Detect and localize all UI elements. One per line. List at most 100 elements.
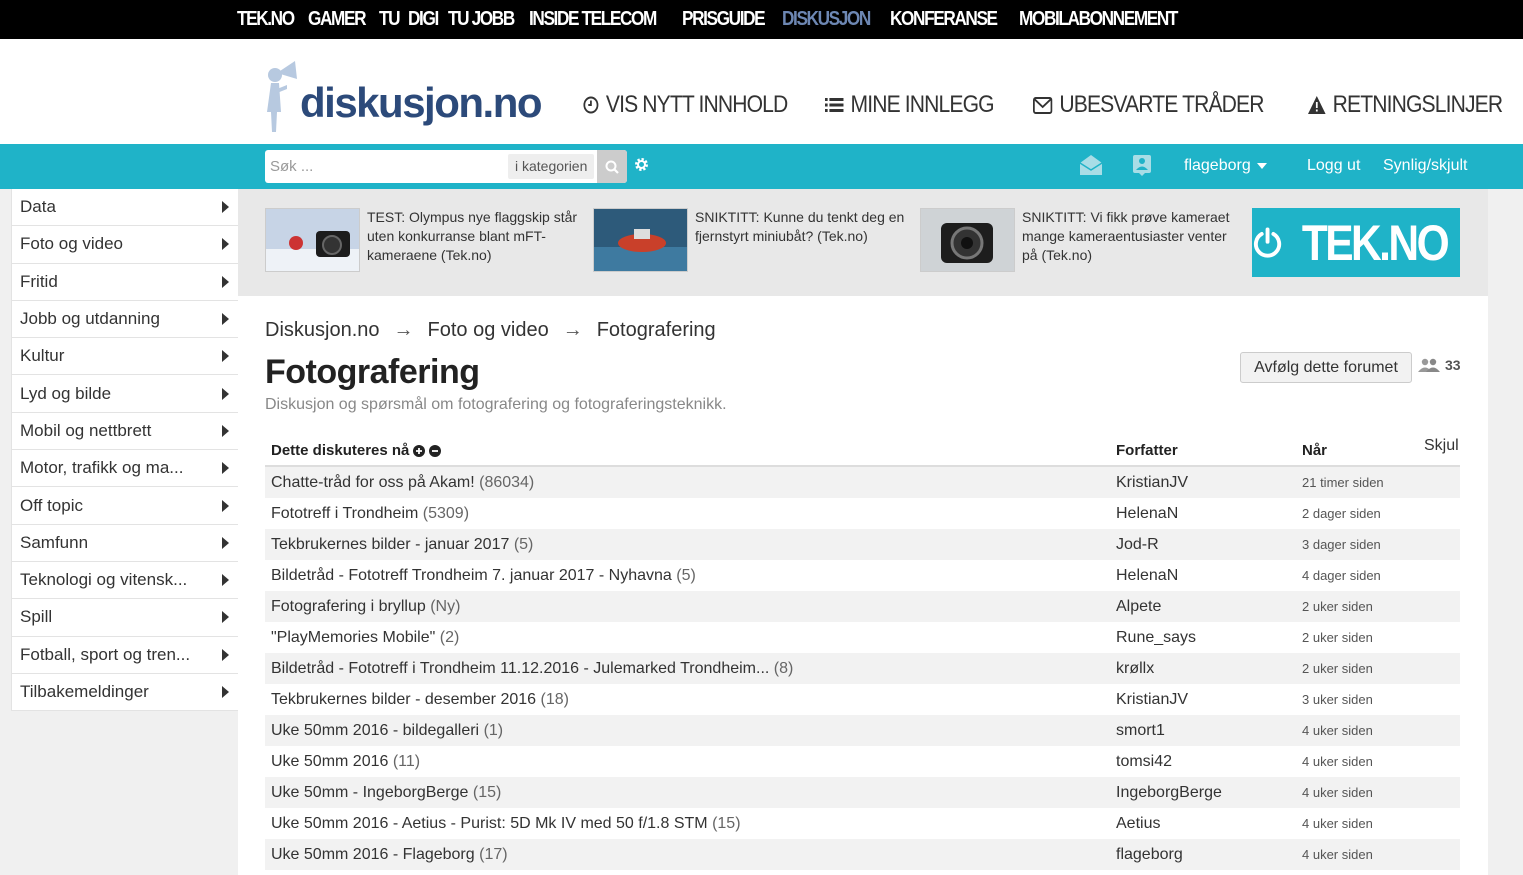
users-icon (1418, 358, 1440, 372)
author-link[interactable]: smort1 (1116, 722, 1302, 740)
topic-title: Chatte-tråd for oss på Akam! (271, 473, 475, 491)
gear-icon[interactable] (633, 156, 650, 173)
reply-count: (5) (676, 566, 696, 584)
header-link-new-content[interactable]: VIS NYTT INNHOLD (583, 91, 788, 119)
topnav-item[interactable]: INSIDE TELECOM (529, 8, 657, 31)
author-link[interactable]: KristianJV (1116, 474, 1302, 492)
topic-link[interactable]: Uke 50mm 2016 - bildegalleri (1) (265, 722, 1116, 740)
topnav-item[interactable]: GAMER (308, 8, 367, 31)
author-link[interactable]: Aetius (1116, 815, 1302, 833)
column-header-label: Dette diskuteres nå (271, 442, 410, 459)
sidebar-item[interactable]: Off topic (12, 487, 238, 525)
topnav-item[interactable]: MOBILABONNEMENT (1019, 8, 1178, 31)
logout-link[interactable]: Logg ut (1307, 157, 1360, 175)
breadcrumb-item[interactable]: Diskusjon.no (265, 319, 380, 342)
topnav-item[interactable]: TU (379, 8, 401, 31)
topnav-item[interactable]: TEK.NO (237, 8, 295, 31)
sidebar-item[interactable]: Samfunn (12, 525, 238, 562)
author-link[interactable]: Rune_says (1116, 629, 1302, 647)
author-link[interactable]: Alpete (1116, 598, 1302, 616)
breadcrumb-item[interactable]: Fotografering (597, 319, 716, 342)
topic-link[interactable]: Bildetråd - Fototreff i Trondheim 11.12.… (265, 660, 1116, 678)
author-link[interactable]: KristianJV (1116, 691, 1302, 709)
topic-link[interactable]: Bildetråd - Fototreff Trondheim 7. janua… (265, 567, 1116, 585)
sidebar-item[interactable]: Motor, trafikk og ma... (12, 450, 238, 488)
topic-link[interactable]: Uke 50mm 2016 - Aetius - Purist: 5D Mk I… (265, 815, 1116, 833)
author-link[interactable]: Jod-R (1116, 536, 1302, 554)
sidebar-item[interactable]: Kultur (12, 338, 238, 376)
top-network-nav-list: TEK.NO GAMER TU DIGI TU JOBB INSIDE TELECOM PR… (237, 0, 1189, 39)
logo-text: diskusjon.no (300, 79, 543, 126)
warning-icon (1308, 96, 1326, 114)
notifications-icon[interactable] (1132, 154, 1152, 176)
topic-link[interactable]: Tekbrukernes bilder - januar 2017 (5) (265, 536, 1116, 554)
sidebar-item-label: Fotball, sport og tren... (20, 644, 191, 664)
minus-circle-icon[interactable] (429, 444, 442, 457)
plus-circle-icon[interactable] (413, 444, 426, 457)
header-link-guidelines[interactable]: RETNINGSLINJER (1308, 91, 1503, 119)
sidebar-item[interactable]: Mobil og nettbrett (12, 413, 238, 451)
hide-widget-link[interactable]: Skjul (1424, 437, 1459, 455)
author-link[interactable]: HelenaN (1116, 567, 1302, 585)
promo-item[interactable]: SNIKTITT: Kunne du tenkt deg en fjernsty… (593, 208, 910, 272)
topnav-item[interactable]: PRISGUIDE (682, 8, 766, 31)
author-link[interactable]: flageborg (1116, 846, 1302, 864)
table-row: Bildetråd - Fototreff Trondheim 7. janua… (265, 560, 1460, 591)
search-input[interactable] (265, 150, 505, 183)
sidebar-item[interactable]: Foto og video (12, 226, 238, 264)
sidebar-item[interactable]: Lyd og bilde (12, 375, 238, 413)
sidebar-item[interactable]: Teknologi og vitensk... (12, 562, 238, 600)
sidebar-item[interactable]: Data (12, 189, 238, 227)
promo-item[interactable]: TEST: Olympus nye flaggskip står uten ko… (265, 208, 582, 272)
topnav-item[interactable]: DISKUSJON (782, 8, 871, 31)
author-link[interactable]: HelenaN (1116, 505, 1302, 523)
unfollow-forum-button[interactable]: Avfølg dette forumet (1240, 352, 1412, 383)
header-link-unanswered[interactable]: UBESVARTE TRÅDER (1033, 91, 1264, 119)
breadcrumb-item[interactable]: Foto og video (428, 319, 549, 342)
envelope-icon (1033, 96, 1053, 114)
user-menu[interactable]: flageborg (1184, 157, 1267, 175)
reply-count: (5) (513, 535, 534, 553)
sidebar-item[interactable]: Fritid (12, 264, 238, 301)
topnav-item[interactable]: KONFERANSE (890, 8, 998, 31)
topic-link[interactable]: Uke 50mm - IngeborgBerge (15) (265, 784, 1116, 802)
topnav-item[interactable]: TU JOBB (448, 8, 515, 31)
sidebar-item-label: Foto og video (20, 234, 124, 254)
topic-link[interactable]: Chatte-tråd for oss på Akam! (86034) (265, 474, 1116, 492)
author-link[interactable]: krøllx (1116, 660, 1302, 678)
topic-title: Fototreff i Trondheim (271, 504, 419, 522)
search-icon (605, 160, 619, 174)
topic-link[interactable]: Tekbrukernes bilder - desember 2016 (18) (265, 691, 1116, 709)
visibility-toggle-link[interactable]: Synlig/skjult (1383, 157, 1467, 175)
site-logo[interactable]: diskusjon.no (263, 57, 543, 137)
header-link-my-posts[interactable]: MINE INNLEGG (825, 91, 995, 119)
timestamp: 4 uker siden (1302, 816, 1373, 831)
topnav-item[interactable]: DIGI (408, 8, 439, 31)
author-link[interactable]: IngeborgBerge (1116, 784, 1302, 802)
topic-title: Uke 50mm 2016 (271, 752, 389, 770)
promo-item[interactable]: SNIKTITT: Vi fikk prøve kameraet mange k… (920, 208, 1237, 272)
topics-table-header: Dette diskuteres nå Forfatter Når (265, 436, 1460, 467)
sidebar-item-label: Samfunn (20, 532, 89, 552)
topic-link[interactable]: Uke 50mm 2016 - Flageborg (17) (265, 846, 1116, 864)
tek-logo-banner[interactable]: TEK.NO (1252, 208, 1460, 277)
messages-icon[interactable] (1079, 154, 1103, 176)
sidebar-item[interactable]: Jobb og utdanning (12, 301, 238, 339)
topic-link[interactable]: Fototreff i Trondheim (5309) (265, 505, 1116, 523)
sidebar-item[interactable]: Tilbakemeldinger (12, 674, 238, 712)
sidebar-item[interactable]: Spill (12, 599, 238, 637)
search-button[interactable] (597, 150, 627, 183)
reply-count: (18) (540, 690, 569, 708)
sidebar-item[interactable]: Fotball, sport og tren... (12, 637, 238, 674)
timestamp: 2 uker siden (1302, 630, 1373, 645)
topic-link[interactable]: Fotografering i bryllup (Ny) (265, 598, 1116, 616)
sidebar-item-label: Off topic (20, 495, 83, 515)
topic-title: Uke 50mm 2016 - Flageborg (271, 845, 475, 863)
search-category-filter[interactable]: i kategorien (508, 154, 595, 179)
topic-link[interactable]: "PlayMemories Mobile" (2) (265, 629, 1116, 647)
table-row: Uke 50mm - IngeborgBerge (15) IngeborgBer… (265, 777, 1460, 808)
table-row: "PlayMemories Mobile" (2) Rune_says 2 uker… (265, 622, 1460, 653)
author-link[interactable]: tomsi42 (1116, 753, 1302, 771)
followers-count[interactable]: 33 (1418, 357, 1461, 373)
topic-link[interactable]: Uke 50mm 2016 (11) (265, 753, 1116, 771)
